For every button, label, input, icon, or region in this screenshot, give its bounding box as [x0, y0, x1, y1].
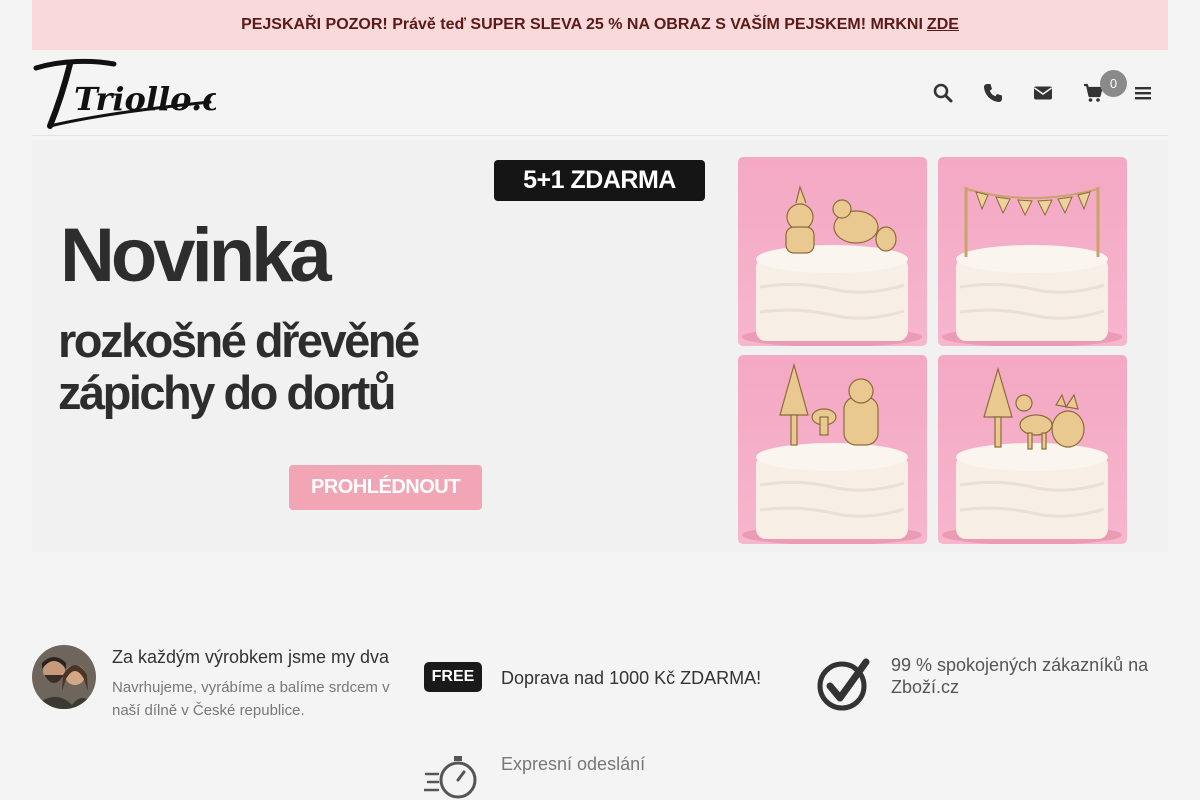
cake-image: [742, 362, 922, 544]
features-section: Za každým výrobkem jsme my dva Navrhujem…: [32, 640, 1168, 800]
product-photo-deer-fox[interactable]: [938, 355, 1127, 544]
menu-button[interactable]: [1118, 68, 1168, 118]
hero-subtitle: rozkošné dřevěné zápichy do dortů: [58, 314, 420, 419]
email-button[interactable]: [1018, 68, 1068, 118]
avatar: [32, 645, 96, 709]
hero-banner[interactable]: 5+1 ZDARMA Novinka rozkošné dřevěné zápi…: [32, 140, 1168, 552]
product-photo-bunting[interactable]: [938, 157, 1127, 346]
cart-button[interactable]: 0: [1068, 68, 1127, 118]
search-button[interactable]: [918, 68, 968, 118]
team-text: Navrhujeme, vyrábíme a balíme srdcem v n…: [112, 679, 390, 719]
cake-image: [742, 184, 922, 346]
promo-text: PEJSKAŘI POZOR! Právě teď SUPER SLEVA 25…: [241, 16, 923, 33]
team-title: Za každým výrobkem jsme my dva: [112, 647, 390, 667]
browse-button[interactable]: PROHLÉDNOUT: [289, 465, 482, 510]
checkmark-icon: [816, 656, 872, 712]
offer-badge: 5+1 ZDARMA: [494, 160, 705, 201]
logo-image: Triollo.cz: [33, 58, 241, 129]
free-badge-text: FREE: [431, 668, 475, 685]
team-info: Za každým výrobkem jsme my dva Navrhujem…: [112, 646, 402, 722]
logo[interactable]: Triollo.cz: [32, 54, 241, 132]
phone-icon: [984, 84, 1002, 102]
free-badge-icon: FREE: [424, 662, 482, 692]
stopwatch-icon: [422, 754, 482, 800]
cake-image: [942, 187, 1122, 346]
product-photo-forest[interactable]: [738, 355, 927, 544]
search-icon: [933, 83, 953, 103]
menu-icon: [1135, 87, 1151, 100]
team-photo: [32, 645, 96, 709]
cake-image: [942, 366, 1122, 544]
envelope-icon: [1034, 86, 1052, 100]
express-info: Expresní odeslání: [501, 754, 646, 774]
product-photo-animals[interactable]: [738, 157, 927, 346]
hero-title: Novinka: [60, 213, 332, 298]
satisfaction-info: 99 % spokojených zákazníků na Zboží.cz: [891, 655, 1149, 697]
hero-subtitle-line1: rozkošné dřevěné: [58, 314, 420, 367]
header-actions: 0: [918, 50, 1168, 136]
promo-link[interactable]: ZDE: [927, 16, 959, 34]
logo-text: Triollo.cz: [74, 80, 216, 118]
phone-button[interactable]: [968, 68, 1018, 118]
site-header: Triollo.cz: [32, 50, 1168, 136]
hero-subtitle-line2: zápichy do dortů: [58, 366, 396, 419]
shipping-info: Doprava nad 1000 Kč ZDARMA!: [501, 668, 762, 688]
promo-banner: PEJSKAŘI POZOR! Právě teď SUPER SLEVA 25…: [32, 0, 1168, 50]
